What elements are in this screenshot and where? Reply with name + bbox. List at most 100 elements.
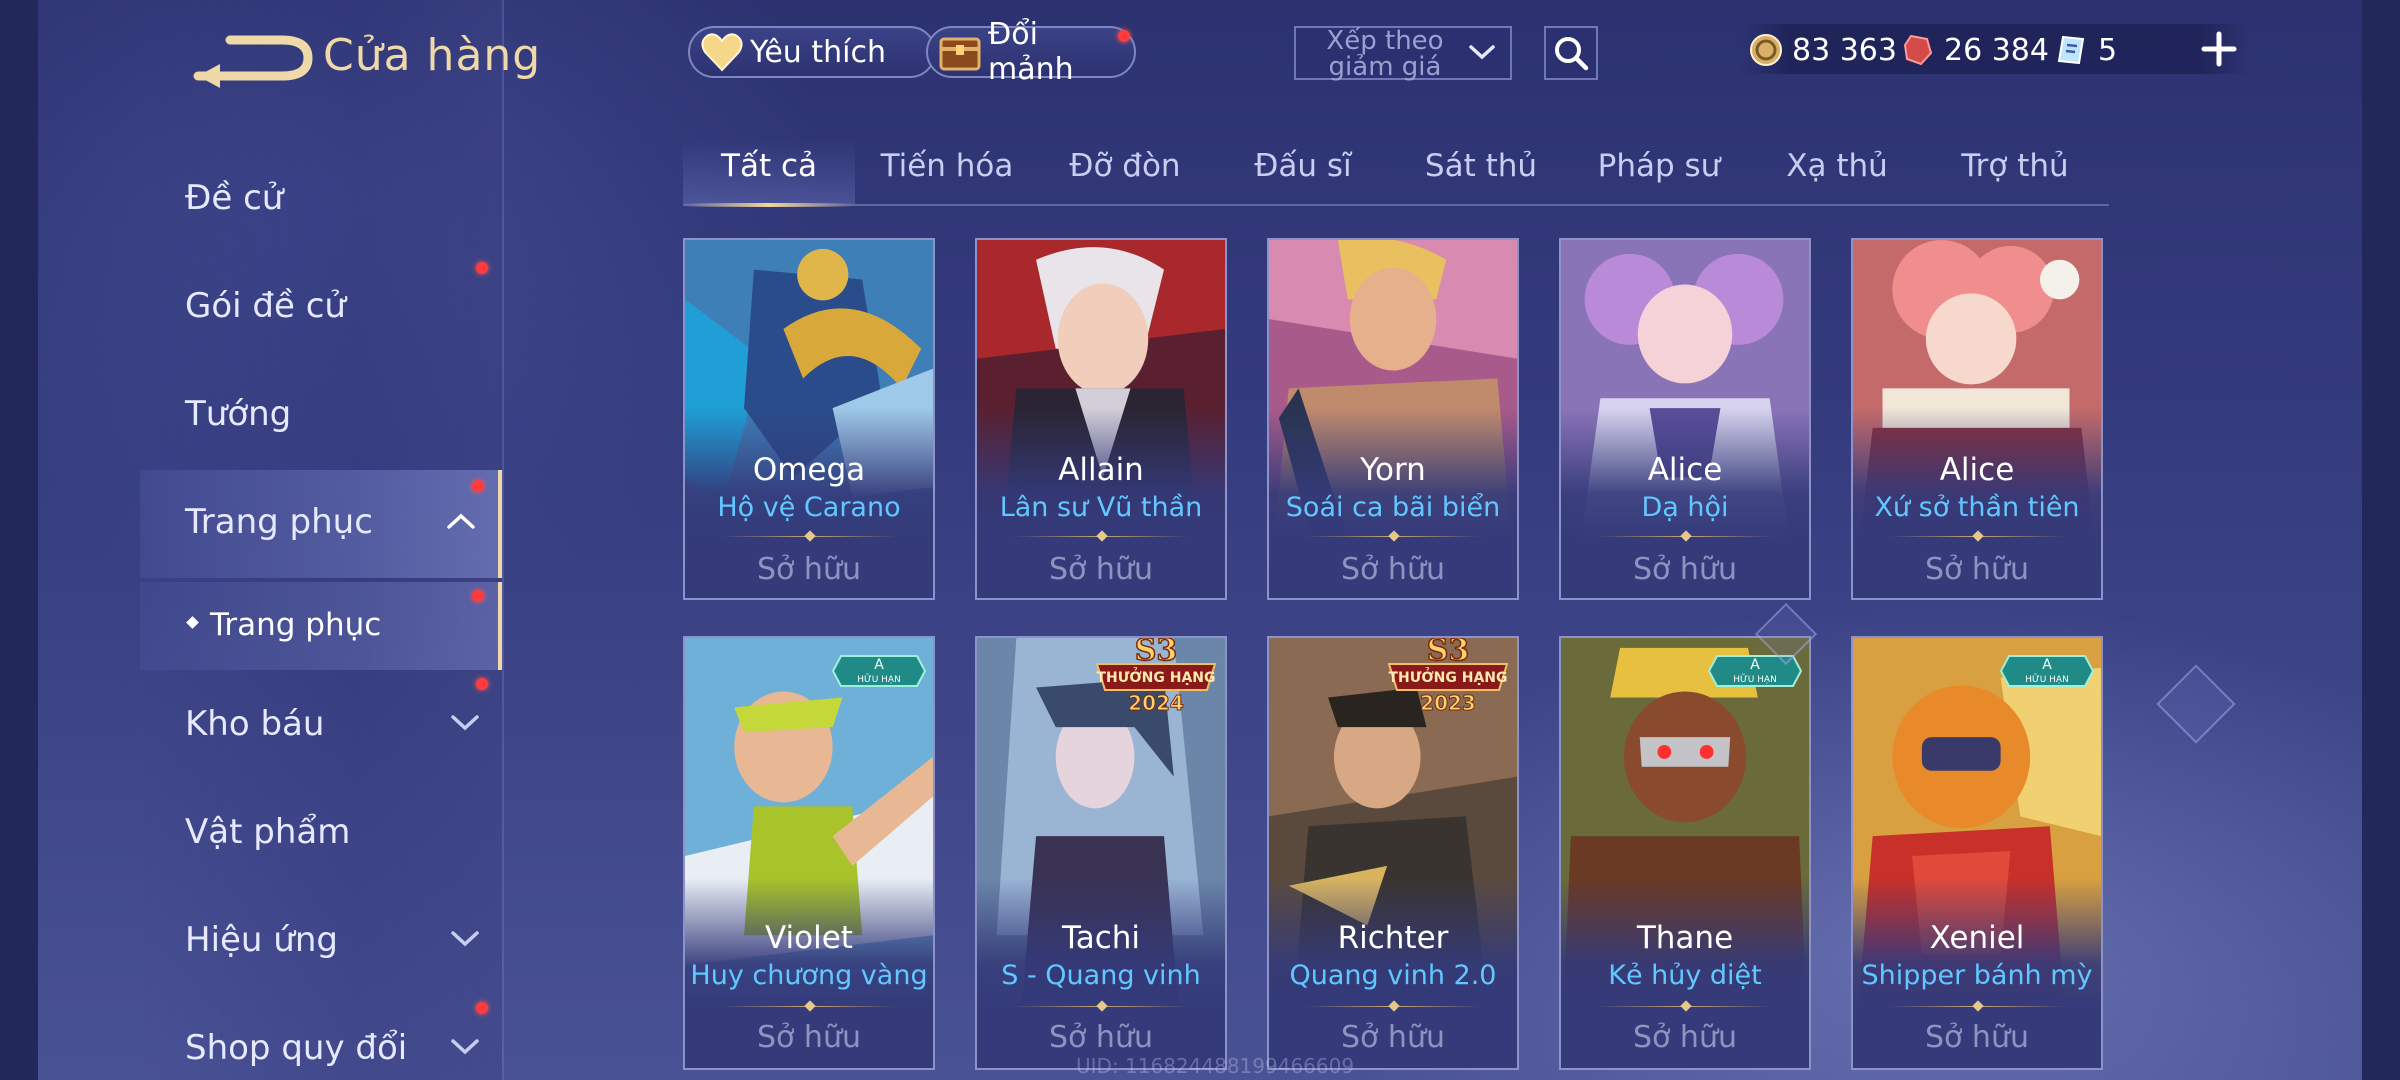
sidebar-item-label: Kho báu <box>185 704 325 744</box>
notification-dot <box>472 590 484 602</box>
chevron-up-icon <box>447 513 475 529</box>
notification-dot <box>476 1002 488 1014</box>
add-currency-button[interactable] <box>2196 26 2242 72</box>
owned-status: Sở hữu <box>757 1020 861 1055</box>
sidebar-item-effects[interactable]: Hiệu ứng <box>140 890 502 990</box>
active-tab-underline <box>683 203 855 207</box>
hero-name: Omega <box>752 452 866 488</box>
plus-icon <box>2201 31 2237 67</box>
skin-card[interactable]: Alice Xứ sở thần tiên Sở hữu <box>1851 238 2103 600</box>
s3-rank-badge: S3 THƯỞNG HẠNG 2023 <box>1387 636 1509 716</box>
sidebar-item-exchange-shop[interactable]: Shop quy đổi <box>140 998 502 1080</box>
skin-name: Shipper bánh mỳ <box>1861 960 2093 991</box>
search-icon <box>1555 37 1589 71</box>
limited-badge-letter: A <box>874 657 884 673</box>
exchange-label: Đổi mảnh <box>988 17 1074 87</box>
sort-dropdown[interactable]: Xếp theo giảm giá <box>1294 26 1512 80</box>
owned-status: Sở hữu <box>1049 1020 1153 1055</box>
season-year: 2023 <box>1420 691 1476 715</box>
sidebar-item-label: Đề cử <box>185 178 284 218</box>
skin-name: Kẻ hủy diệt <box>1608 960 1762 991</box>
skin-card[interactable]: A HỮU HẠN Xeniel Shipper bánh mỳ Sở hữu <box>1851 636 2103 1070</box>
hero-name: Thane <box>1636 920 1734 956</box>
skin-card[interactable]: Allain Lân sư Vũ thần Sở hữu <box>975 238 1227 600</box>
ticket-amount: 5 <box>2098 32 2118 68</box>
exchange-shards-button[interactable]: Đổi mảnh <box>926 17 1136 87</box>
sidebar-item-recommended[interactable]: Đề cử <box>140 148 502 248</box>
limited-badge-letter: A <box>2042 657 2052 673</box>
hero-name: Yorn <box>1360 452 1426 488</box>
category-sidebar: Đề cử Gói đề cử Tướng Trang phục Trang p… <box>140 0 502 1068</box>
red-gem-icon <box>1900 32 1936 68</box>
notification-dot <box>476 262 488 274</box>
gold-currency: 83 363 <box>1748 32 1897 68</box>
ticket-currency: 5 <box>2054 32 2117 68</box>
skin-card[interactable]: A HỮU HẠN Thane Kẻ hủy diệt Sở hữu <box>1559 636 1811 1070</box>
floating-diamond-button[interactable] <box>2156 664 2236 744</box>
skin-name: Hộ vệ Carano <box>717 492 901 523</box>
sidebar-item-label: Gói đề cử <box>185 286 346 326</box>
sidebar-item-items[interactable]: Vật phẩm <box>140 782 502 882</box>
sort-label: Xếp theo giảm giá <box>1326 26 1444 82</box>
limited-badge-text: HỮU HẠN <box>1733 673 1777 685</box>
skin-name: Dạ hội <box>1641 492 1729 523</box>
tab-all[interactable]: Tất cả <box>721 148 817 184</box>
search-button[interactable] <box>1544 26 1598 80</box>
hero-name: Tachi <box>1061 920 1141 956</box>
gold-amount: 83 363 <box>1792 32 1897 68</box>
user-id-watermark: UID: 116824488199466609 <box>1076 1054 1355 1078</box>
right-screen-edge <box>2362 0 2400 1080</box>
hero-name: Richter <box>1337 920 1449 956</box>
limited-badge-letter: A <box>1750 657 1760 673</box>
skin-card[interactable]: S3 THƯỞNG HẠNG 2023 Richter Quang vinh 2… <box>1267 636 1519 1070</box>
skin-name: Huy chương vàng <box>690 960 928 991</box>
sidebar-item-recommended-packs[interactable]: Gói đề cử <box>140 256 502 356</box>
voucher-amount: 26 384 <box>1944 32 2049 68</box>
skin-card[interactable]: Alice Dạ hội Sở hữu <box>1559 238 1811 600</box>
chevron-down-icon <box>451 715 479 731</box>
skin-name: Quang vinh 2.0 <box>1289 960 1497 991</box>
limited-badge-text: HỮU HẠN <box>857 673 901 685</box>
ticket-icon <box>2054 32 2090 68</box>
tab-assassin[interactable]: Sát thủ <box>1425 148 1537 184</box>
skin-name: Xứ sở thần tiên <box>1874 492 2080 523</box>
tab-marksman[interactable]: Xạ thủ <box>1786 148 1888 184</box>
hero-name: Allain <box>1058 452 1144 488</box>
s3-text: S3 <box>1427 636 1470 668</box>
sidebar-subitem-skins[interactable]: Trang phục <box>140 582 502 670</box>
role-tabs: Tất cả Tiến hóa Đỡ đòn Đấu sĩ Sát thủ Ph… <box>683 140 2109 207</box>
heart-icon <box>700 30 744 74</box>
chevron-down-icon <box>451 931 479 947</box>
sidebar-item-label: Hiệu ứng <box>185 920 338 960</box>
skin-card[interactable]: S3 THƯỞNG HẠNG 2024 Tachi S - Quang vinh… <box>975 636 1227 1070</box>
tab-tank[interactable]: Đỡ đòn <box>1069 148 1180 184</box>
shop-screen: Cửa hàng Yêu thích Đổi mảnh Xếp theo giả… <box>38 0 2362 1080</box>
left-screen-edge <box>0 0 38 1080</box>
notification-dot <box>1118 30 1130 42</box>
rank-text: THƯỞNG HẠNG <box>1388 667 1507 686</box>
favorites-label: Yêu thích <box>750 34 886 70</box>
skin-card[interactable]: Yorn Soái ca bãi biển Sở hữu <box>1267 238 1519 600</box>
tab-evolution[interactable]: Tiến hóa <box>881 148 1014 184</box>
skin-name: Lân sư Vũ thần <box>999 492 1203 523</box>
owned-status: Sở hữu <box>1633 552 1737 587</box>
chevron-down-icon <box>451 1039 479 1055</box>
tab-mage[interactable]: Pháp sư <box>1598 148 1721 184</box>
diamond-bullet-icon <box>186 616 199 629</box>
hero-name: Alice <box>1939 452 2015 488</box>
skin-card[interactable]: A HỮU HẠN Violet Huy chương vàng Sở hữu <box>683 636 935 1070</box>
chevron-down-icon <box>1469 45 1495 60</box>
rank-text: THƯỞNG HẠNG <box>1096 667 1215 686</box>
gold-coin-icon <box>1748 32 1784 68</box>
owned-status: Sở hữu <box>1925 552 2029 587</box>
sidebar-item-treasure[interactable]: Kho báu <box>140 674 502 774</box>
sidebar-item-heroes[interactable]: Tướng <box>140 364 502 464</box>
sidebar-item-label: Vật phẩm <box>185 812 351 852</box>
favorites-button[interactable]: Yêu thích <box>688 26 936 78</box>
owned-status: Sở hữu <box>1049 552 1153 587</box>
tab-support[interactable]: Trợ thủ <box>1961 148 2068 184</box>
skin-card[interactable]: Omega Hộ vệ Carano Sở hữu <box>683 238 935 600</box>
tab-fighter[interactable]: Đấu sĩ <box>1254 148 1351 184</box>
treasure-chest-icon <box>938 30 982 74</box>
sidebar-item-skins[interactable]: Trang phục <box>140 470 502 578</box>
